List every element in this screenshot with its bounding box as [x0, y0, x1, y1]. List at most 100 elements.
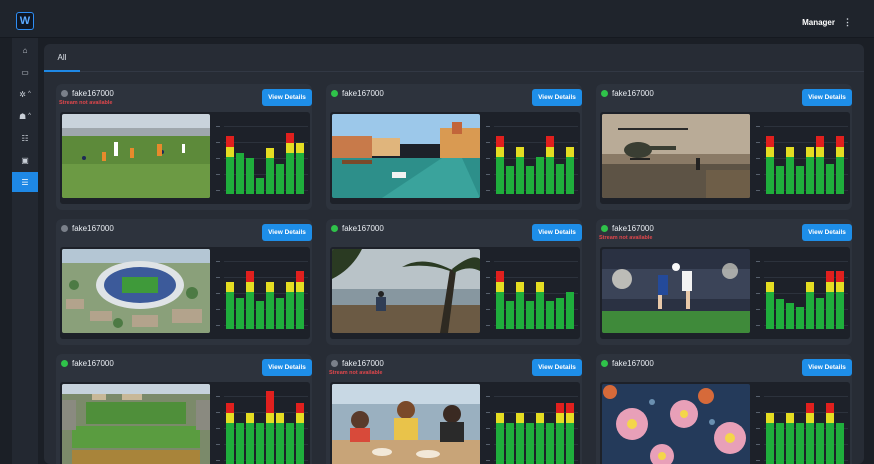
meter-tick	[486, 325, 490, 326]
sidebar-item-list[interactable]: ☰	[12, 172, 38, 192]
stream-name: fake167000	[342, 89, 384, 98]
level-segment-green	[246, 158, 254, 194]
level-segment-green	[776, 165, 784, 194]
level-segment-red	[286, 132, 294, 143]
stream-card-body	[330, 247, 580, 339]
level-segment-yellow	[516, 146, 524, 157]
level-segment-yellow	[496, 146, 504, 157]
tab-all[interactable]: All	[44, 44, 80, 72]
view-details-button[interactable]: View Details	[802, 224, 852, 241]
level-segment-green	[536, 292, 544, 329]
level-segment-red	[816, 136, 824, 147]
sidebar-item-device[interactable]: ▣	[12, 150, 38, 170]
level-segment-red	[836, 136, 844, 147]
level-segment-red	[766, 136, 774, 147]
level-segment-green	[266, 158, 274, 194]
view-details-button[interactable]: View Details	[532, 359, 582, 376]
level-segment-green	[766, 157, 774, 194]
expand-icon: ^	[27, 91, 31, 97]
level-segment-yellow	[536, 281, 544, 292]
user-menu[interactable]: Manager ⋮	[802, 17, 852, 28]
level-bar	[246, 158, 254, 194]
view-details-button[interactable]: View Details	[262, 224, 312, 241]
view-details-button[interactable]: View Details	[262, 359, 312, 376]
level-segment-yellow	[296, 281, 304, 292]
meter-tick	[216, 460, 220, 461]
app-logo[interactable]: W	[16, 12, 34, 30]
stream-thumbnail[interactable]	[602, 249, 750, 333]
level-segment-green	[826, 423, 834, 464]
stream-thumbnail[interactable]	[332, 249, 480, 333]
sidebar-item-monitor[interactable]: ▭	[12, 62, 38, 82]
level-bar	[826, 164, 834, 194]
view-details-button[interactable]: View Details	[802, 89, 852, 106]
level-segment-green	[826, 164, 834, 194]
user-menu-icon[interactable]: ⋮	[843, 17, 852, 28]
stream-thumbnail[interactable]	[332, 384, 480, 464]
stream-card-body	[60, 247, 310, 339]
stream-thumbnail[interactable]	[332, 114, 480, 198]
stream-thumbnail[interactable]	[602, 384, 750, 464]
level-segment-green	[296, 292, 304, 329]
level-segment-yellow	[286, 281, 294, 292]
stream-thumbnail[interactable]	[62, 249, 210, 333]
level-segment-yellow	[766, 146, 774, 157]
level-segment-yellow	[566, 146, 574, 157]
stream-card-body	[600, 112, 850, 204]
level-segment-green	[296, 423, 304, 464]
level-segment-yellow	[226, 412, 234, 424]
audio-level-meter	[754, 251, 848, 333]
level-segment-red	[266, 390, 274, 413]
stream-card-header: fake167000 View Details	[596, 84, 852, 114]
stream-thumbnail[interactable]	[62, 384, 210, 464]
sidebar-item-group[interactable]: ☷	[12, 128, 38, 148]
sidebar-item-users[interactable]: ☗ ^	[12, 106, 38, 126]
users-icon: ☗	[19, 111, 27, 121]
meter-tick	[486, 309, 490, 310]
meter-gridline	[224, 261, 308, 262]
level-bar	[786, 412, 794, 464]
level-segment-green	[496, 292, 504, 329]
level-bar	[826, 271, 834, 329]
app-window: W Manager ⋮ ⌂ ▭ ✲ ^ ☗ ^ ☷ ▣ ☰ All fake167000 Stre…	[0, 0, 874, 464]
level-segment-yellow	[766, 281, 774, 292]
level-bar	[226, 136, 234, 194]
meter-tick	[756, 261, 760, 262]
view-details-button[interactable]: View Details	[802, 359, 852, 376]
level-bar	[296, 402, 304, 464]
level-bar	[526, 423, 534, 464]
stream-card: fake167000 Stream not available View Detai…	[326, 354, 582, 464]
view-details-button[interactable]: View Details	[532, 89, 582, 106]
level-segment-red	[556, 402, 564, 413]
stream-card-header: fake167000 Stream not available View Detai…	[596, 219, 852, 249]
view-details-button[interactable]: View Details	[532, 224, 582, 241]
level-segment-green	[526, 423, 534, 464]
level-segment-green	[526, 165, 534, 194]
level-segment-yellow	[496, 412, 504, 424]
level-segment-green	[246, 423, 254, 464]
meter-tick	[486, 190, 490, 191]
stream-thumbnail[interactable]	[602, 114, 750, 198]
stream-name: fake167000	[72, 224, 114, 233]
level-segment-green	[256, 300, 264, 329]
status-dot-icon	[601, 225, 608, 232]
level-bar	[546, 423, 554, 464]
level-segment-green	[836, 292, 844, 329]
monitor-icon: ▭	[21, 67, 29, 77]
level-bar	[256, 423, 264, 464]
stream-thumbnail[interactable]	[62, 114, 210, 198]
view-details-button[interactable]: View Details	[262, 89, 312, 106]
stream-name: fake167000	[72, 359, 114, 368]
level-segment-red	[546, 136, 554, 147]
level-segment-green	[256, 423, 264, 464]
level-bar	[776, 299, 784, 329]
level-segment-green	[806, 423, 814, 464]
sidebar-item-home[interactable]: ⌂	[12, 40, 38, 60]
level-segment-yellow	[786, 146, 794, 157]
level-segment-yellow	[246, 412, 254, 424]
level-segment-yellow	[826, 281, 834, 292]
stream-card-body	[60, 382, 310, 464]
meter-tick	[216, 261, 220, 262]
sidebar-item-gear[interactable]: ✲ ^	[12, 84, 38, 104]
level-bar	[246, 271, 254, 329]
